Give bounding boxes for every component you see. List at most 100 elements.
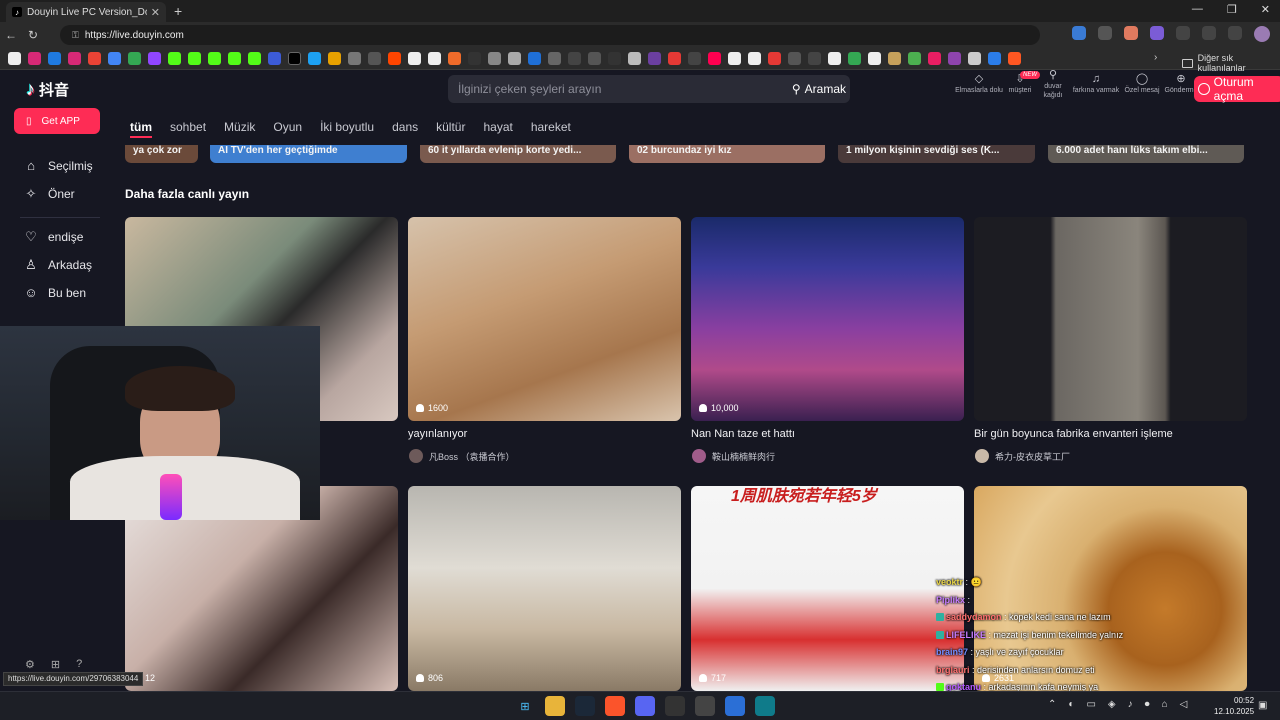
- edge-icon[interactable]: [755, 696, 775, 716]
- bookmark-icon[interactable]: [188, 52, 201, 65]
- sidebar-item-me[interactable]: ☺ Bu ben: [24, 285, 86, 300]
- bookmark-icon[interactable]: [768, 52, 781, 65]
- wallpaper-button[interactable]: ⚲ duvar kağıdı: [1040, 70, 1066, 100]
- bookmark-icon[interactable]: [708, 52, 721, 65]
- extension-icon[interactable]: [1124, 26, 1138, 40]
- grid-icon[interactable]: ⊞: [51, 658, 60, 671]
- bookmark-icon[interactable]: [88, 52, 101, 65]
- live-stream-card[interactable]: [974, 217, 1247, 421]
- steam-icon[interactable]: [575, 696, 595, 716]
- maximize-button[interactable]: ❐: [1227, 3, 1237, 16]
- file-explorer-icon[interactable]: [545, 696, 565, 716]
- tab-all[interactable]: tüm: [130, 120, 152, 138]
- extensions-puzzle-icon[interactable]: [1228, 26, 1242, 40]
- battery-icon[interactable]: ▭: [1086, 699, 1095, 710]
- app-icon[interactable]: [725, 696, 745, 716]
- bookmark-icon[interactable]: [268, 52, 281, 65]
- bookmark-icon[interactable]: [988, 52, 1001, 65]
- help-icon[interactable]: ?: [76, 658, 82, 671]
- bookmark-icon[interactable]: [328, 52, 341, 65]
- new-tab-button[interactable]: +: [174, 3, 182, 19]
- speaker-icon[interactable]: ◁: [1180, 699, 1188, 710]
- discord-icon[interactable]: [635, 696, 655, 716]
- windows-start-icon[interactable]: ⊞: [515, 696, 535, 716]
- extension-icon[interactable]: [1072, 26, 1086, 40]
- browser-tab[interactable]: ♪ Douyin Live PC Version_Douyin L ✕: [6, 2, 166, 22]
- card-title[interactable]: Bir gün boyunca fabrika envanteri işleme: [974, 428, 1173, 440]
- bookmark-icon[interactable]: [208, 52, 221, 65]
- tab-music[interactable]: Müzik: [224, 120, 255, 138]
- notification-center-icon[interactable]: ▣: [1258, 700, 1267, 711]
- app-icon[interactable]: [665, 696, 685, 716]
- bookmark-icon[interactable]: [128, 52, 141, 65]
- close-window-button[interactable]: ✕: [1261, 3, 1270, 16]
- bookmark-icon[interactable]: [48, 52, 61, 65]
- bookmark-icon[interactable]: [488, 52, 501, 65]
- sidebar-item-selected[interactable]: ⌂ Seçilmiş: [24, 158, 93, 173]
- bookmark-icon[interactable]: [408, 52, 421, 65]
- bookmarks-overflow-button[interactable]: ›: [1154, 52, 1157, 63]
- bookmark-icon[interactable]: [568, 52, 581, 65]
- diamond-recharge-button[interactable]: ◇ Elmaslarla dolu: [955, 74, 1003, 95]
- bookmark-icon[interactable]: [928, 52, 941, 65]
- address-bar[interactable]: ⚿ https://live.douyin.com: [60, 25, 1040, 45]
- bookmark-icon[interactable]: [888, 52, 901, 65]
- search-button[interactable]: ⚲ Aramak: [790, 78, 848, 100]
- live-stream-card[interactable]: 1周肌肤宛若年轻5岁 717: [691, 486, 964, 691]
- bookmark-icon[interactable]: [228, 52, 241, 65]
- live-card-partial[interactable]: 60 it yıllarda evlenip korte yedi...: [420, 145, 616, 163]
- tray-app-icon[interactable]: ◐: [1068, 699, 1074, 710]
- bookmark-icon[interactable]: [8, 52, 21, 65]
- bookmark-icon[interactable]: [1008, 52, 1021, 65]
- bookmark-icon[interactable]: [608, 52, 621, 65]
- notifications-button[interactable]: ♫ farkına varmak: [1070, 74, 1122, 95]
- site-info-icon[interactable]: ⚿: [72, 30, 79, 41]
- reload-button[interactable]: ↻: [22, 28, 44, 42]
- bookmark-icon[interactable]: [108, 52, 121, 65]
- bookmark-icon[interactable]: [168, 52, 181, 65]
- tab-anime[interactable]: İki boyutlu: [320, 120, 374, 138]
- back-button[interactable]: ←: [0, 28, 22, 42]
- extension-icon[interactable]: [1176, 26, 1190, 40]
- tray-app-icon[interactable]: ◈: [1108, 699, 1116, 710]
- brave-icon[interactable]: [605, 696, 625, 716]
- tab-sport[interactable]: hareket: [531, 120, 571, 138]
- live-card-partial[interactable]: AI TV'den her geçtiğimde: [210, 145, 407, 163]
- bookmark-icon[interactable]: [548, 52, 561, 65]
- sidebar-item-friends[interactable]: ♙ Arkadaş: [24, 257, 92, 273]
- minimize-button[interactable]: —: [1192, 3, 1203, 16]
- other-bookmarks-folder[interactable]: Diğer sık kullanılanlar: [1182, 53, 1280, 73]
- obs-icon[interactable]: [695, 696, 715, 716]
- bookmark-icon[interactable]: [528, 52, 541, 65]
- messages-button[interactable]: ◯ Özel mesaj: [1124, 74, 1160, 95]
- sidebar-item-following[interactable]: ♡ endişe: [24, 229, 83, 245]
- card-title[interactable]: yayınlanıyor: [408, 428, 467, 440]
- bookmark-icon[interactable]: [628, 52, 641, 65]
- tab-game[interactable]: Oyun: [273, 120, 302, 138]
- bookmark-icon[interactable]: [428, 52, 441, 65]
- card-author[interactable]: 希力-皮衣皮草工厂: [975, 449, 1070, 463]
- volume-icon[interactable]: ♪: [1128, 699, 1133, 710]
- bookmark-icon[interactable]: [748, 52, 761, 65]
- bookmark-icon[interactable]: [968, 52, 981, 65]
- card-title[interactable]: Nan Nan taze et hattı: [691, 428, 795, 440]
- microphone-icon[interactable]: ⏺: [1145, 699, 1150, 710]
- bookmark-icon[interactable]: [468, 52, 481, 65]
- tab-chat[interactable]: sohbet: [170, 120, 206, 138]
- bookmark-icon[interactable]: [288, 52, 301, 65]
- live-stream-card[interactable]: 10,000: [691, 217, 964, 421]
- tab-close-icon[interactable]: ✕: [151, 6, 160, 19]
- extension-icon[interactable]: [1150, 26, 1164, 40]
- bookmark-icon[interactable]: [448, 52, 461, 65]
- taskbar-clock[interactable]: 00:52 12.10.2025: [1214, 695, 1254, 717]
- tab-dance[interactable]: dans: [392, 120, 418, 138]
- bookmark-icon[interactable]: [908, 52, 921, 65]
- live-stream-card[interactable]: 1600: [408, 217, 681, 421]
- live-stream-card[interactable]: 806: [408, 486, 681, 691]
- bookmark-icon[interactable]: [388, 52, 401, 65]
- live-card-partial[interactable]: 6.000 adet hanı lüks takım elbi...: [1048, 145, 1244, 163]
- tray-chevron-icon[interactable]: ⌃: [1048, 699, 1056, 710]
- live-card-partial[interactable]: 1 milyon kişinin sevdiği ses (K...: [838, 145, 1035, 163]
- login-button[interactable]: Oturum açma: [1194, 75, 1280, 103]
- settings-icon[interactable]: ⚙: [25, 658, 35, 671]
